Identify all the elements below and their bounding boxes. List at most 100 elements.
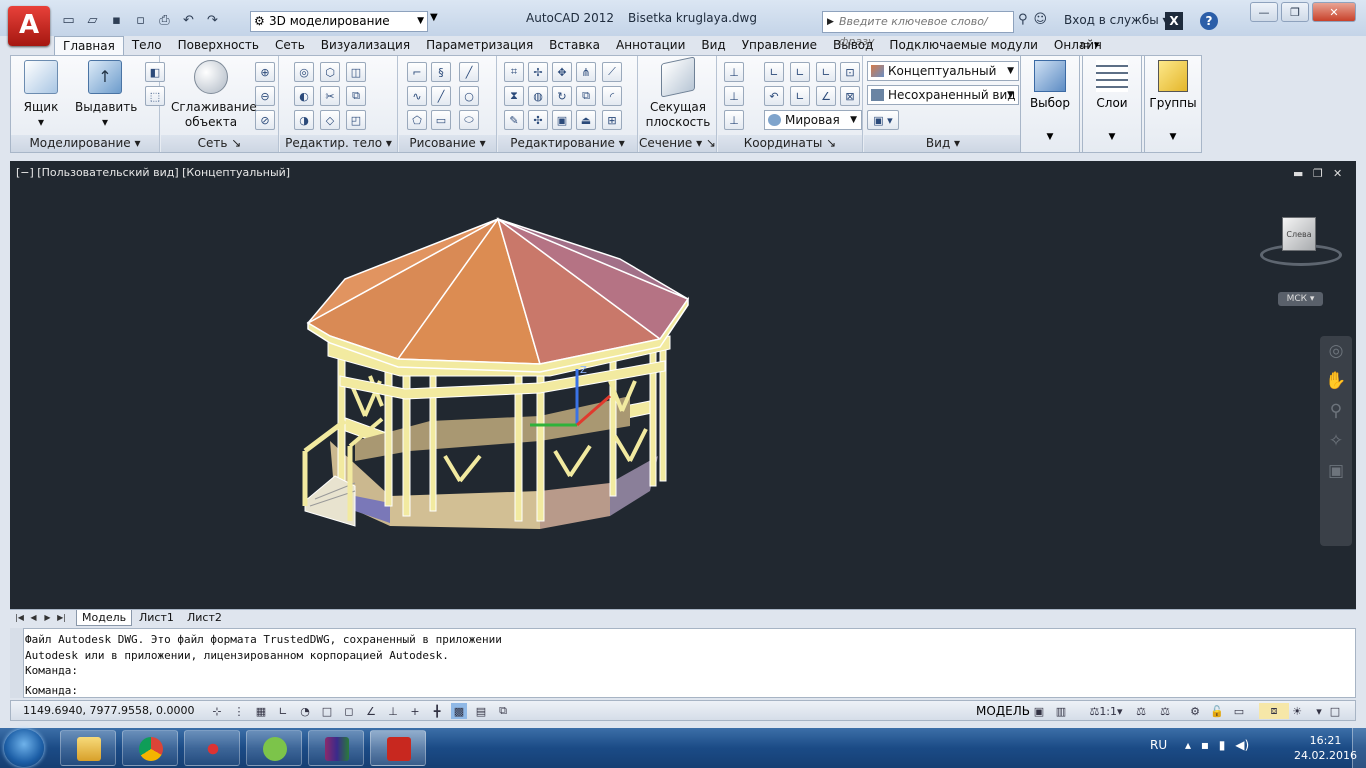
taskbar-winrar[interactable] [308,730,364,766]
ucs-named-icon[interactable]: ⊥ [724,110,744,130]
panel-modify-label[interactable]: Редактирование ▾ [498,135,637,152]
tray-arrow-icon[interactable]: ▴ [1185,738,1191,752]
taskbar-explorer[interactable] [60,730,116,766]
viewport-config-icon[interactable]: ▣ ▾ [867,110,899,130]
start-button[interactable] [4,729,44,767]
3d-rotate-icon[interactable]: ◍ [528,86,548,106]
tab-parametric[interactable]: Параметризация [418,36,541,56]
language-indicator[interactable]: RU [1150,738,1167,752]
model-space-toggle[interactable]: МОДЕЛЬ [976,704,1030,718]
quick-view-drawings-icon[interactable]: ▥ [1053,703,1069,719]
3d-scale-icon[interactable]: ✣ [528,110,548,130]
tab-online[interactable]: Онлайн [1046,36,1110,56]
dyn-icon[interactable]: + [407,703,423,719]
imprint-icon[interactable]: ◰ [346,110,366,130]
tab-manage[interactable]: Управление [734,36,825,56]
section-plane-button[interactable]: Секущая плоскость [643,56,713,130]
ucs-previous-icon[interactable]: ↶ [764,86,784,106]
tab-annotate[interactable]: Аннотации [608,36,693,56]
ucs-menu[interactable]: МСК ▾ [1278,292,1323,306]
quick-view-layouts-icon[interactable]: ▣ [1031,703,1047,719]
ucs-x-icon[interactable]: ∟ [790,86,810,106]
coordinates-readout[interactable]: 1149.6940, 7977.9558, 0.0000 [23,704,194,717]
extrude-faces-icon[interactable]: ◫ [346,62,366,82]
lineweight-icon[interactable]: ╋ [429,703,445,719]
taskbar-chrome[interactable] [122,730,178,766]
ducs-icon[interactable]: ⊥ [385,703,401,719]
save-as-icon[interactable]: ▫ [130,10,151,30]
osnap-icon[interactable]: □ [319,703,335,719]
binoculars-icon[interactable]: ⚲ [1018,12,1028,27]
tab-layout1[interactable]: Лист1 [134,610,179,626]
ortho-icon[interactable]: ∟ [275,703,291,719]
qat-customize-icon[interactable]: ▼ [430,12,438,23]
smooth-object-button[interactable]: Сглаживание объекта [171,60,257,130]
ucs-view-icon[interactable]: ⊡ [840,62,860,82]
fillet-edge-icon[interactable]: ◜ [602,86,622,106]
first-layout-icon[interactable]: |◀ [14,612,25,624]
tab-model[interactable]: Модель [76,610,133,626]
close-button[interactable]: ✕ [1312,2,1356,22]
ucs-face-icon[interactable]: ⊥ [724,86,744,106]
user-icon[interactable]: ☺ [1034,12,1048,27]
tab-home[interactable]: Главная [54,36,124,56]
snap-icon[interactable]: ⋮ [231,703,247,719]
extract-edges-icon[interactable]: ⬡ [320,62,340,82]
layers-button[interactable]: Слои ▼ [1082,55,1142,153]
line2-icon[interactable]: ╱ [431,86,451,106]
ribbon-toggle-icon[interactable]: ▭ ▾ [1080,38,1099,51]
mirror-icon[interactable]: ⧗ [504,86,524,106]
volume-icon[interactable]: ◀) [1235,738,1249,752]
print-icon[interactable]: ⎙ [154,10,175,30]
next-layout-icon[interactable]: ▶ [42,612,53,624]
tray-app-icon[interactable]: ▪ [1201,738,1209,752]
last-layout-icon[interactable]: ▶| [56,612,67,624]
workspace-switch-icon[interactable]: ⚙ [1187,703,1203,719]
line-icon[interactable]: ╱ [459,62,479,82]
erase-icon[interactable]: ✎ [504,110,524,130]
ucs-icon[interactable]: ⊥ [724,62,744,82]
rectangle-icon[interactable]: ▭ [431,110,451,130]
signin-button[interactable]: Вход в службы ▾ [1064,13,1169,27]
prev-layout-icon[interactable]: ◀ [28,612,39,624]
copy-icon[interactable]: ⧉ [576,86,596,106]
minimize-button[interactable]: — [1250,2,1278,22]
taskbar-autocad[interactable] [370,730,426,766]
tab-surface[interactable]: Поверхность [170,36,267,56]
network-tray-icon[interactable]: ▮ [1219,738,1226,752]
tab-view[interactable]: Вид [693,36,733,56]
3d-osnap-icon[interactable]: ◻ [341,703,357,719]
help-icon[interactable]: ? [1200,12,1218,30]
annotation-scale[interactable]: ⚖ 1:1 ▾ [1086,703,1126,719]
taskbar-app-green[interactable] [246,730,302,766]
circle-icon[interactable]: ○ [459,86,479,106]
slice-icon[interactable]: ✂ [320,86,340,106]
open-icon[interactable]: ▱ [82,10,103,30]
quick-properties-icon[interactable]: ▤ [473,703,489,719]
offset-icon[interactable]: ▣ [552,110,572,130]
tab-render[interactable]: Визуализация [313,36,418,56]
tab-solid[interactable]: Тело [124,36,170,56]
box-button[interactable]: Ящик ▾ [19,60,63,130]
command-input[interactable]: Команда: [25,684,78,697]
selection-button[interactable]: Выбор ▼ [1020,55,1080,153]
array-icon[interactable]: ⊞ [602,110,622,130]
viewcube-face[interactable]: Слева [1282,217,1316,251]
polar-icon[interactable]: ◔ [297,703,313,719]
orbit-icon[interactable]: ✧ [1320,426,1352,456]
auto-scale-icon[interactable]: ⚖ [1157,703,1173,719]
stretch-icon[interactable]: ⏏ [576,110,596,130]
undo-icon[interactable]: ↶ [178,10,199,30]
lightbulb-icon[interactable]: ☀ [1289,703,1305,719]
application-menu-button[interactable]: A [8,6,50,46]
panel-modeling-label[interactable]: Моделирование ▾ [11,135,159,152]
panel-view-label[interactable]: Вид ▾ [864,135,1022,152]
groups-button[interactable]: Группы ▼ [1144,55,1202,153]
3d-move-gizmo-icon[interactable]: ✢ [528,62,548,82]
command-window-handle[interactable] [10,628,24,698]
redo-icon[interactable]: ↷ [202,10,223,30]
tab-output[interactable]: Вывод [825,36,881,56]
panel-solid-edit-label[interactable]: Редактир. тело ▾ [280,135,397,152]
hardware-acceleration-icon[interactable]: ▭ [1231,703,1247,719]
show-desktop-button[interactable] [1352,728,1366,768]
